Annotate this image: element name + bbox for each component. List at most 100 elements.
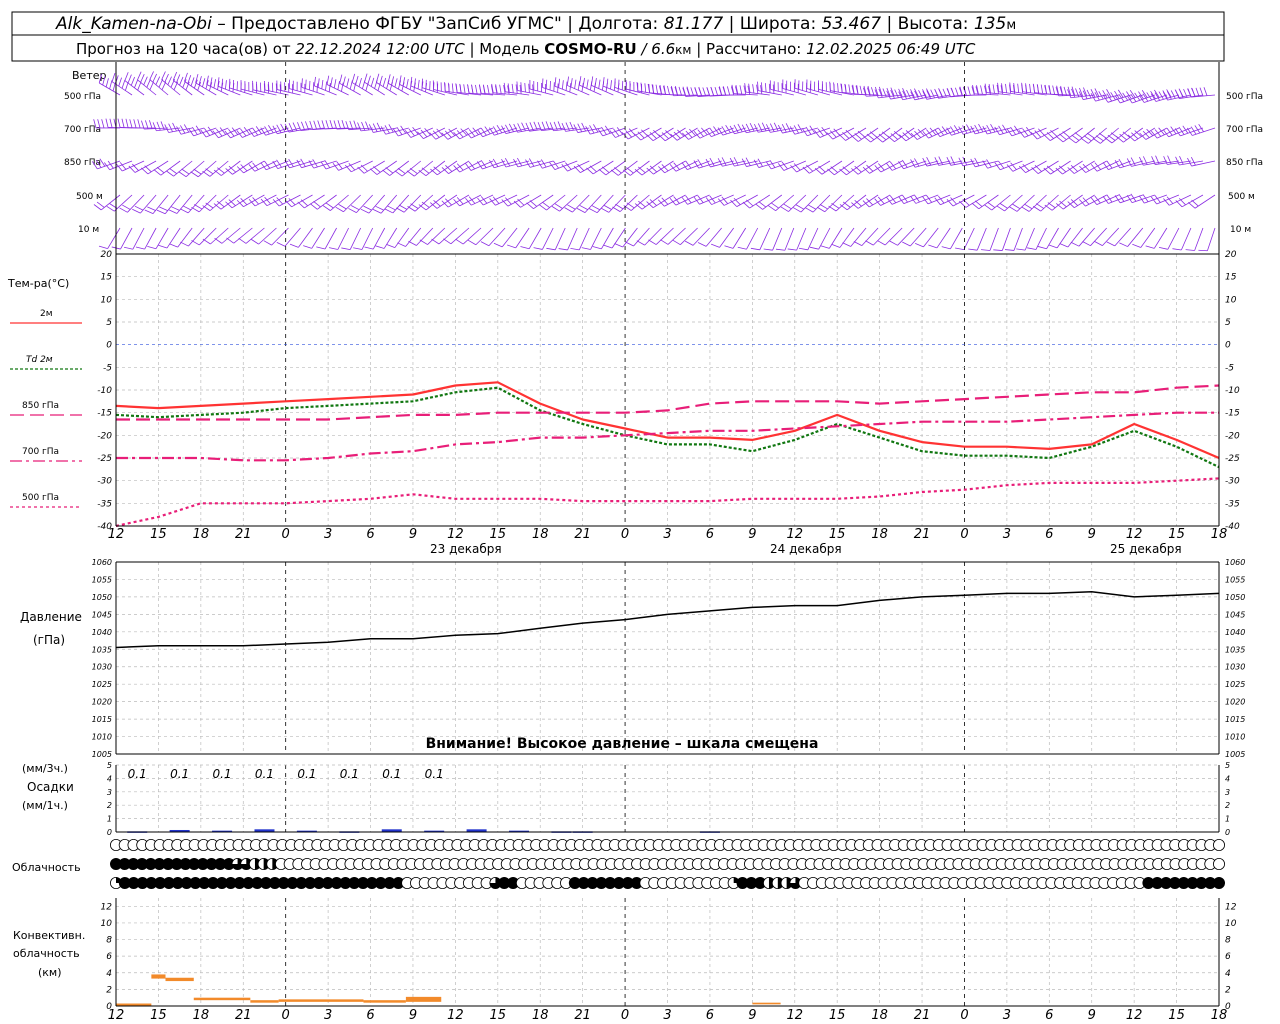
precip-amount-label: 0.1	[425, 767, 444, 781]
time-tick-label: 9	[748, 1008, 756, 1023]
pressure-warning: Внимание! Высокое давление – шкала смеще…	[426, 736, 819, 752]
wind-barb-feather	[542, 78, 544, 88]
tick-label-left: 1060	[92, 558, 112, 567]
time-tick-label: 3	[663, 1008, 671, 1023]
forecast-label: Прогноз на 120 часа(ов) от	[76, 40, 295, 58]
wind-barb-feather	[545, 79, 548, 89]
conv-cloud-bar	[250, 1000, 279, 1003]
tick-label-left: -25	[97, 454, 112, 464]
latitude-label: | Широта:	[723, 14, 821, 34]
tick-label-right: 1030	[1225, 663, 1245, 672]
wind-level-left: 10 м	[78, 225, 99, 235]
time-tick-label: 0	[960, 527, 968, 542]
altitude: 135	[974, 14, 1006, 34]
wind-level-left: 500 гПа	[64, 92, 101, 102]
time-tick-label: 9	[409, 1008, 417, 1023]
precip-amount-label: 0.1	[297, 767, 316, 781]
tick-label-left: 10	[101, 919, 113, 929]
tick-label-left: 4	[107, 774, 112, 783]
conv-cloud-bar	[193, 997, 251, 1001]
day-label: 25 декабря	[1110, 542, 1182, 556]
time-tick-label: 6	[366, 527, 374, 542]
time-tick-label: 15	[150, 527, 167, 542]
tick-label-right: -25	[1225, 454, 1240, 464]
time-tick-label: 9	[409, 527, 417, 542]
calc-time: 12.02.2025 06:49 UTC	[806, 40, 976, 58]
tick-label-left: -15	[97, 409, 112, 419]
tick-label-left: 0	[106, 1002, 112, 1012]
tick-label-right: 1	[1225, 815, 1230, 824]
tick-label-right: 5	[1225, 761, 1230, 770]
wind-barb-feather	[312, 82, 315, 92]
tick-label-left: 2	[106, 985, 112, 995]
tick-label-left: 2	[107, 801, 112, 810]
tick-label-right: 1035	[1225, 645, 1245, 654]
time-tick-label: 18	[1211, 527, 1228, 542]
wind-barb-feather	[621, 80, 624, 90]
precip-amount-label: 0.1	[170, 767, 189, 781]
wind-level-right: 500 м	[1228, 192, 1255, 202]
conv-label-3: (км)	[38, 966, 62, 979]
tick-label-left: 1035	[92, 645, 112, 654]
tick-label-right: 0	[1225, 828, 1230, 837]
tick-label-right: 10	[1225, 295, 1237, 305]
time-tick-label: 12	[447, 527, 464, 542]
tick-label-left: 1025	[92, 680, 112, 689]
time-tick-label: 6	[1045, 1008, 1053, 1023]
conv-cloud-bar	[405, 996, 442, 1002]
precip-unit-3h: (мм/3ч.)	[22, 762, 68, 775]
time-tick-label: 15	[1168, 527, 1185, 542]
header-line1: Alk_Kamen-na-Obi – Предоставлено ФГБУ "З…	[55, 14, 1016, 34]
tick-label-right: 1040	[1225, 628, 1245, 637]
time-tick-label: 15	[829, 1008, 846, 1023]
time-tick-label: 0	[621, 527, 629, 542]
time-tick-label: 12	[1126, 1008, 1143, 1023]
model-res: / 6.6	[637, 40, 675, 58]
time-tick-label: 15	[150, 1008, 167, 1023]
header-line2: Прогноз на 120 часа(ов) от 22.12.2024 12…	[76, 40, 976, 58]
tick-label-left: -30	[97, 477, 112, 487]
time-tick-label: 6	[706, 527, 714, 542]
tick-label-right: 1055	[1225, 575, 1245, 584]
tick-label-right: 10	[1225, 919, 1237, 929]
tick-label-left: 12	[101, 902, 113, 912]
tick-label-right: 0	[1225, 341, 1231, 351]
time-tick-label: 3	[663, 527, 671, 542]
time-tick-label: 21	[235, 1008, 252, 1023]
time-tick-label: 15	[490, 1008, 507, 1023]
tick-label-right: 2	[1225, 801, 1230, 810]
tick-label-right: 1010	[1225, 733, 1245, 742]
tick-label-right: 12	[1225, 902, 1237, 912]
tick-label-right: 2	[1225, 985, 1231, 995]
altitude-label: | Высота:	[881, 14, 974, 34]
wind-level-right: 500 гПа	[1226, 92, 1263, 102]
tick-label-right: 1015	[1225, 715, 1245, 724]
time-tick-label: 12	[786, 527, 803, 542]
time-tick-label: 9	[1088, 527, 1096, 542]
tick-label-right: -10	[1225, 386, 1240, 396]
meteogram: Alk_Kamen-na-Obi – Предоставлено ФГБУ "З…	[0, 0, 1280, 1024]
time-tick-label: 12	[1126, 527, 1143, 542]
legend-500: 500 гПа	[22, 493, 59, 503]
precip-amount-label: 0.1	[128, 767, 147, 781]
init-time: 22.12.2024 12:00 UTC	[295, 40, 465, 58]
time-tick-label: 15	[490, 527, 507, 542]
wind-barb-feather	[557, 83, 559, 93]
wind-barb-feather	[316, 83, 318, 93]
day-label: 23 декабря	[430, 542, 502, 556]
time-tick-label: 6	[366, 1008, 374, 1023]
time-tick-label: 18	[193, 1008, 210, 1023]
longitude: 81.177	[664, 14, 724, 34]
tick-label-right: 4	[1225, 969, 1231, 979]
altitude-unit: м	[1006, 18, 1016, 33]
wind-barb-feather	[614, 78, 616, 88]
conv-cloud-bar	[363, 1000, 406, 1003]
tick-label-right: 8	[1225, 936, 1231, 946]
tick-label-left: 1020	[92, 698, 112, 707]
tick-label-left: 1050	[92, 593, 112, 602]
time-tick-label: 0	[960, 1008, 968, 1023]
tick-label-right: 6	[1225, 952, 1231, 962]
tick-label-right: 1060	[1225, 558, 1245, 567]
tick-label-left: 3	[107, 788, 112, 797]
tick-label-right: 1050	[1225, 593, 1245, 602]
